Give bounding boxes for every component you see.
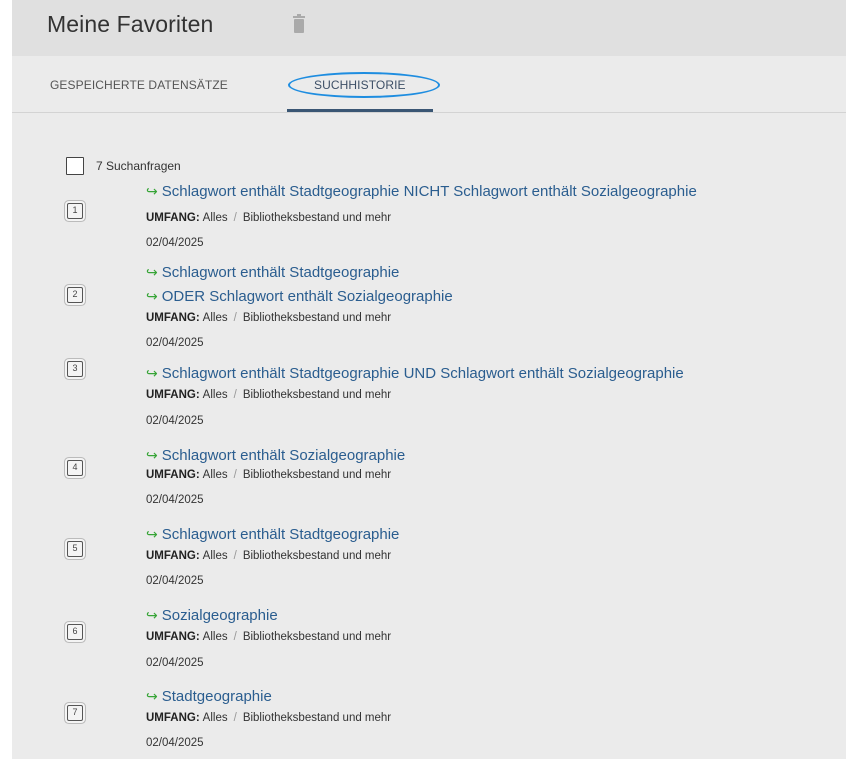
- scope-key: UMFANG:: [146, 631, 200, 643]
- arrow-return-icon: ↪: [146, 264, 158, 280]
- entry-number-badge[interactable]: 5: [67, 541, 83, 557]
- entry-date: 02/04/2025: [146, 494, 204, 506]
- scope-detail: Bibliotheksbestand und mehr: [242, 469, 392, 481]
- query-text: Stadtgeographie: [161, 688, 272, 705]
- query-text: Schlagwort enthält Sozialgeographie: [161, 447, 406, 464]
- scope-line: UMFANG: Alles / Bibliotheksbestand und mehr: [146, 469, 391, 481]
- scope-value: Alles: [202, 389, 228, 401]
- scope-key: UMFANG:: [146, 389, 200, 401]
- entry-date: 02/04/2025: [146, 657, 204, 669]
- scope-separator: /: [233, 469, 237, 481]
- entry-date: 02/04/2025: [146, 737, 204, 749]
- scope-line: UMFANG: Alles / Bibliotheksbestand und mehr: [146, 712, 391, 724]
- tab-bar: GESPEICHERTE DATENSÄTZE SUCHHISTORIE: [12, 56, 846, 112]
- divider: [12, 112, 846, 113]
- query-text: ODER Schlagwort enthält Sozialgeographie: [161, 288, 453, 305]
- scope-key: UMFANG:: [146, 312, 200, 324]
- favorites-panel: Meine Favoriten GESPEICHERTE DATENSÄTZE …: [12, 0, 846, 759]
- scope-key: UMFANG:: [146, 212, 200, 224]
- scope-value: Alles: [202, 550, 228, 562]
- scope-value: Alles: [202, 469, 228, 481]
- query-count-label: 7 Suchanfragen: [96, 159, 181, 173]
- scope-detail: Bibliotheksbestand und mehr: [242, 212, 392, 224]
- query-link[interactable]: ↪ Sozialgeographie: [146, 607, 278, 624]
- scope-separator: /: [233, 312, 237, 324]
- scope-detail: Bibliotheksbestand und mehr: [242, 312, 392, 324]
- scope-detail: Bibliotheksbestand und mehr: [242, 712, 392, 724]
- query-text: Schlagwort enthält Stadtgeographie NICHT…: [161, 183, 697, 200]
- trash-icon[interactable]: [293, 14, 305, 34]
- arrow-return-icon: ↪: [146, 688, 158, 704]
- scope-line: UMFANG: Alles / Bibliotheksbestand und mehr: [146, 550, 391, 562]
- scope-detail: Bibliotheksbestand und mehr: [242, 550, 392, 562]
- query-link[interactable]: ↪ ODER Schlagwort enthält Sozialgeographi…: [146, 288, 453, 305]
- entry-date: 02/04/2025: [146, 337, 204, 349]
- entry-number-badge[interactable]: 3: [67, 361, 83, 377]
- entry-number-badge[interactable]: 7: [67, 705, 83, 721]
- arrow-return-icon: ↪: [146, 183, 158, 199]
- header-bar: Meine Favoriten: [12, 0, 846, 56]
- scope-value: Alles: [202, 212, 228, 224]
- scope-line: UMFANG: Alles / Bibliotheksbestand und mehr: [146, 312, 391, 324]
- entry-date: 02/04/2025: [146, 415, 204, 427]
- query-text: Schlagwort enthält Stadtgeographie UND S…: [161, 365, 684, 382]
- entry-number-badge[interactable]: 6: [67, 624, 83, 640]
- query-text: Schlagwort enthält Stadtgeographie: [161, 526, 400, 543]
- scope-separator: /: [233, 389, 237, 401]
- scope-key: UMFANG:: [146, 550, 200, 562]
- query-text: Schlagwort enthält Stadtgeographie: [161, 264, 400, 281]
- query-link[interactable]: ↪ Schlagwort enthält Sozialgeographie: [146, 447, 405, 464]
- scope-separator: /: [233, 631, 237, 643]
- entry-number-badge[interactable]: 1: [67, 203, 83, 219]
- scope-key: UMFANG:: [146, 469, 200, 481]
- entry-number-badge[interactable]: 2: [67, 287, 83, 303]
- arrow-return-icon: ↪: [146, 288, 158, 304]
- arrow-return-icon: ↪: [146, 365, 158, 381]
- arrow-return-icon: ↪: [146, 607, 158, 623]
- arrow-return-icon: ↪: [146, 526, 158, 542]
- arrow-return-icon: ↪: [146, 447, 158, 463]
- query-link[interactable]: ↪ Schlagwort enthält Stadtgeographie UND …: [146, 365, 684, 382]
- scope-value: Alles: [202, 631, 228, 643]
- entry-date: 02/04/2025: [146, 575, 204, 587]
- page-title: Meine Favoriten: [47, 11, 214, 37]
- query-link[interactable]: ↪ Stadtgeographie: [146, 688, 272, 705]
- scope-key: UMFANG:: [146, 712, 200, 724]
- scope-line: UMFANG: Alles / Bibliotheksbestand und mehr: [146, 389, 391, 401]
- query-text: Sozialgeographie: [161, 607, 278, 624]
- entry-date: 02/04/2025: [146, 237, 204, 249]
- scope-separator: /: [233, 550, 237, 562]
- tab-saved-records[interactable]: GESPEICHERTE DATENSÄTZE: [50, 78, 228, 92]
- query-link[interactable]: ↪ Schlagwort enthält Stadtgeographie: [146, 526, 399, 543]
- scope-line: UMFANG: Alles / Bibliotheksbestand und mehr: [146, 631, 391, 643]
- select-all-checkbox[interactable]: [66, 157, 84, 175]
- entry-number-badge[interactable]: 4: [67, 460, 83, 476]
- scope-separator: /: [233, 212, 237, 224]
- query-link[interactable]: ↪ Schlagwort enthält Stadtgeographie: [146, 264, 399, 281]
- scope-detail: Bibliotheksbestand und mehr: [242, 389, 392, 401]
- scope-value: Alles: [202, 712, 228, 724]
- tab-search-history[interactable]: SUCHHISTORIE: [314, 78, 406, 92]
- scope-value: Alles: [202, 312, 228, 324]
- query-link[interactable]: ↪ Schlagwort enthält Stadtgeographie NICH…: [146, 183, 697, 200]
- scope-detail: Bibliotheksbestand und mehr: [242, 631, 392, 643]
- scope-line: UMFANG: Alles / Bibliotheksbestand und mehr: [146, 212, 391, 224]
- scope-separator: /: [233, 712, 237, 724]
